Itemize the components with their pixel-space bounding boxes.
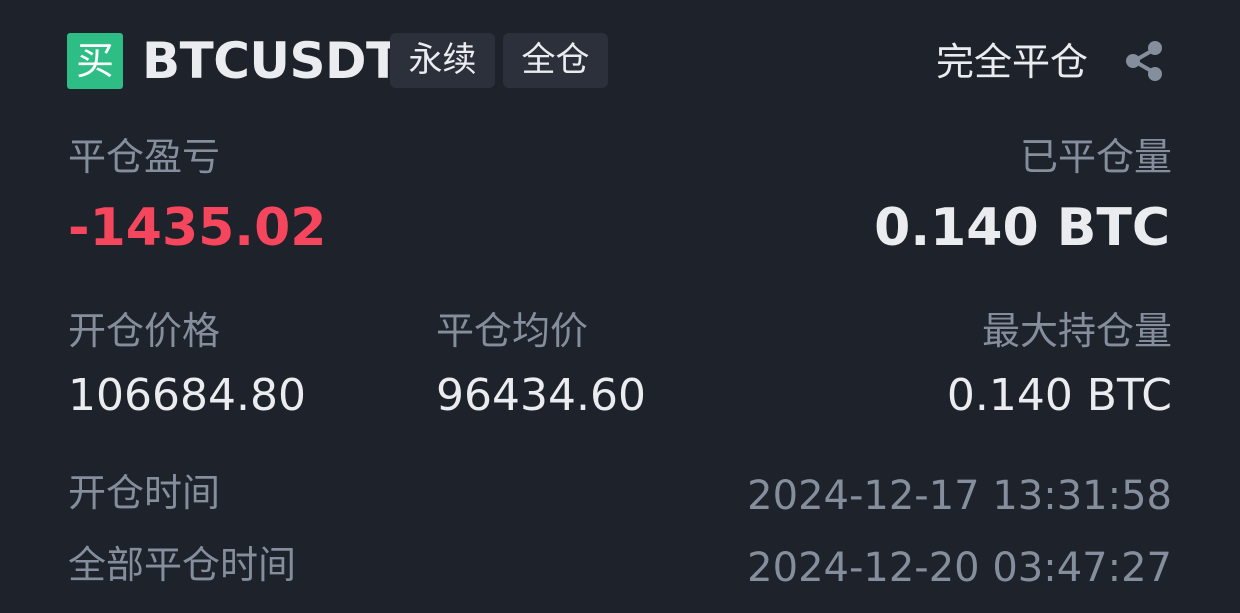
buy-side-badge: 买: [67, 33, 123, 89]
max-position-value: 0.140 BTC: [946, 370, 1172, 421]
close-avg-price-label: 平仓均价: [436, 309, 589, 353]
close-avg-price-value: 96434.60: [436, 370, 646, 421]
entry-price-label: 开仓价格: [68, 309, 221, 353]
share-icon[interactable]: [1122, 38, 1168, 84]
full-close-time-value: 2024-12-20 03:47:27: [747, 545, 1172, 591]
contract-type-tag: 永续: [390, 33, 495, 88]
closed-amount-value: 0.140 BTC: [874, 198, 1170, 258]
entry-price-value: 106684.80: [68, 370, 306, 421]
symbol-title: BTCUSDT: [142, 32, 400, 90]
margin-mode-tag: 全仓: [503, 33, 608, 88]
open-time-label: 开仓时间: [68, 471, 221, 515]
closed-amount-label: 已平仓量: [1019, 135, 1172, 179]
realized-pnl-label: 平仓盈亏: [68, 135, 221, 179]
full-close-time-label: 全部平仓时间: [68, 543, 297, 587]
realized-pnl-value: -1435.02: [68, 198, 327, 258]
max-position-label: 最大持仓量: [981, 309, 1172, 353]
position-status: 完全平仓: [935, 40, 1088, 84]
open-time-value: 2024-12-17 13:31:58: [747, 473, 1172, 519]
